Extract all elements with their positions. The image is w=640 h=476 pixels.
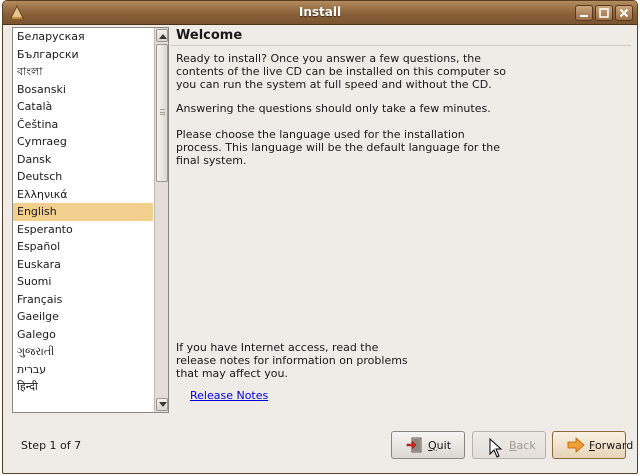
chevron-up-icon: [159, 34, 167, 39]
title-bar[interactable]: Install: [3, 1, 637, 25]
language-item[interactable]: Беларуская: [13, 28, 153, 46]
language-item[interactable]: हिन्दी: [13, 378, 153, 396]
language-item[interactable]: Cymraeg: [13, 133, 153, 151]
quit-label: Quit: [428, 438, 452, 452]
language-item[interactable]: বাংলা: [13, 63, 153, 81]
language-item[interactable]: Français: [13, 291, 153, 309]
step-indicator: Step 1 of 7: [21, 439, 82, 452]
forward-button[interactable]: Forward: [552, 431, 633, 459]
quit-label-rest: uit: [436, 438, 452, 452]
language-list[interactable]: Беларуская Български বাংলা Bosanski Català Če…: [13, 28, 153, 412]
language-item[interactable]: Bosanski: [13, 81, 153, 99]
language-item[interactable]: עברית: [13, 361, 153, 379]
title-divider: [171, 45, 631, 46]
window-title: Install: [298, 5, 342, 19]
intro-paragraph: Ready to install? Once you answer a few …: [176, 52, 506, 91]
close-button[interactable]: [615, 5, 633, 21]
language-item[interactable]: Suomi: [13, 273, 153, 291]
scroll-down-button[interactable]: [156, 398, 168, 411]
quit-icon: [406, 436, 424, 454]
page-title: Welcome: [176, 28, 243, 43]
language-item[interactable]: Čeština: [13, 116, 153, 134]
language-item[interactable]: Català: [13, 98, 153, 116]
minimize-button[interactable]: [575, 5, 593, 21]
minimize-icon: [580, 15, 588, 17]
language-item[interactable]: Dansk: [13, 151, 153, 169]
back-button[interactable]: Back: [472, 431, 546, 459]
language-item[interactable]: Esperanto: [13, 221, 153, 239]
language-item[interactable]: Galego: [13, 326, 153, 344]
language-paragraph: Please choose the language used for the …: [176, 128, 500, 167]
language-list-scrollbar[interactable]: [154, 28, 168, 412]
forward-label: Forward: [589, 438, 634, 452]
install-window: Install Беларуская Български বাংলা Bosanski…: [2, 0, 638, 474]
language-item[interactable]: English: [13, 203, 153, 221]
language-item[interactable]: Deutsch: [13, 168, 153, 186]
scroll-thumb[interactable]: [156, 44, 168, 182]
maximize-button[interactable]: [595, 5, 613, 21]
scroll-up-button[interactable]: [156, 29, 168, 42]
forward-arrow-icon: [567, 436, 585, 454]
language-item[interactable]: Euskara: [13, 256, 153, 274]
language-item[interactable]: Gaeilge: [13, 308, 153, 326]
language-list-panel: Беларуская Български বাংলা Bosanski Català Če…: [12, 27, 169, 413]
duration-paragraph: Answering the questions should only take…: [176, 102, 491, 115]
release-notes-link[interactable]: Release Notes: [190, 389, 268, 402]
welcome-content: Welcome Ready to install? Once you answe…: [171, 27, 631, 413]
language-item[interactable]: Ελληνικά: [13, 186, 153, 204]
language-item[interactable]: Български: [13, 46, 153, 64]
mouse-pointer-icon: [489, 438, 503, 458]
language-item[interactable]: ગુજરાતી: [13, 343, 153, 361]
quit-button[interactable]: Quit: [391, 431, 465, 459]
release-notes-paragraph: If you have Internet access, read the re…: [176, 341, 408, 380]
language-item[interactable]: Español: [13, 238, 153, 256]
scroll-grip-icon: [160, 109, 165, 115]
forward-label-rest: orward: [594, 438, 634, 452]
close-icon: [619, 8, 629, 18]
chevron-down-icon: [159, 402, 167, 407]
maximize-icon: [599, 8, 609, 18]
back-label-rest: ack: [516, 438, 536, 452]
back-label: Back: [509, 438, 536, 452]
